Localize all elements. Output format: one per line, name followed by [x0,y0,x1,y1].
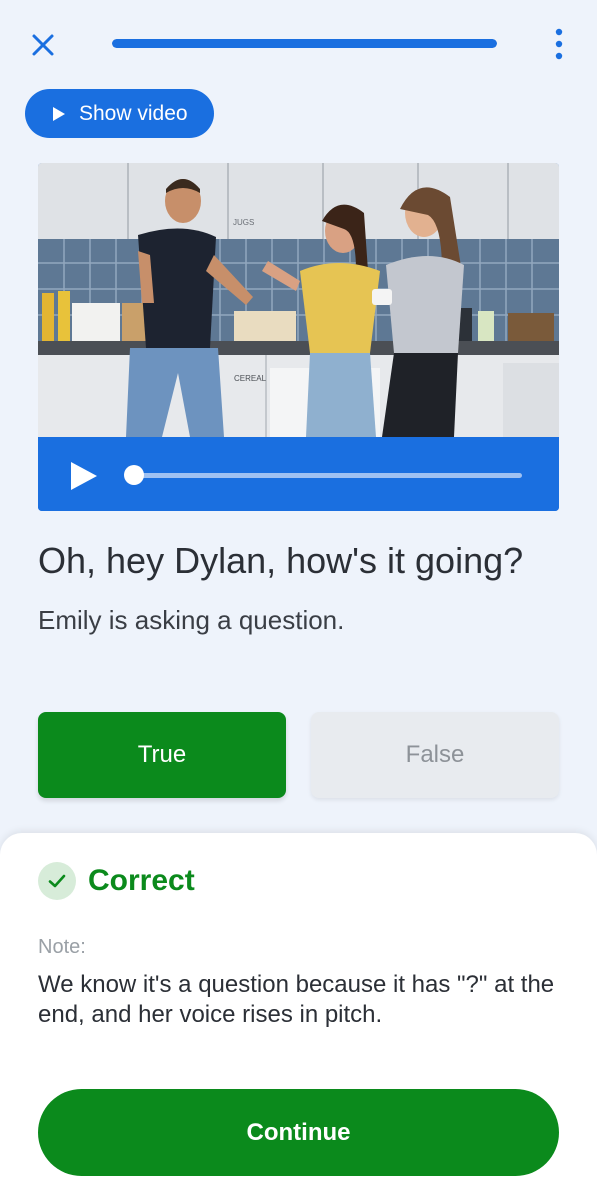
video-controls [38,437,559,511]
cereal-label: CEREAL [234,374,267,383]
close-button[interactable] [24,26,62,64]
feedback-status: Correct [88,864,195,897]
false-answer-button[interactable]: False [311,712,559,798]
question-statement: Emily is asking a question. [38,605,345,635]
video-seek-knob[interactable] [124,465,144,485]
video-play-button[interactable] [71,462,97,490]
show-video-label: Show video [79,101,188,125]
video-player[interactable]: JUGS CEREAL [38,163,559,511]
more-vertical-icon [555,28,563,60]
note-label: Note: [38,936,86,958]
close-icon [32,34,54,56]
check-icon [48,874,66,888]
continue-button[interactable]: Continue [38,1089,559,1176]
play-icon [53,106,65,121]
lesson-screen: Show video JUGS CEREAL Oh, hey Dylan, ho… [0,0,597,1200]
more-options-button[interactable] [544,24,574,64]
true-answer-button[interactable]: True [38,712,286,798]
lesson-progress-bar [112,39,497,48]
video-seek-bar[interactable] [134,473,522,478]
show-video-button[interactable]: Show video [25,89,214,138]
correct-badge [38,862,76,900]
note-text: We know it's a question because it has "… [38,971,555,1028]
question-prompt: Oh, hey Dylan, how's it going? [38,540,524,581]
video-thumbnail: JUGS CEREAL [38,163,559,437]
jugs-label: JUGS [233,218,254,227]
lesson-progress-fill [112,39,497,48]
